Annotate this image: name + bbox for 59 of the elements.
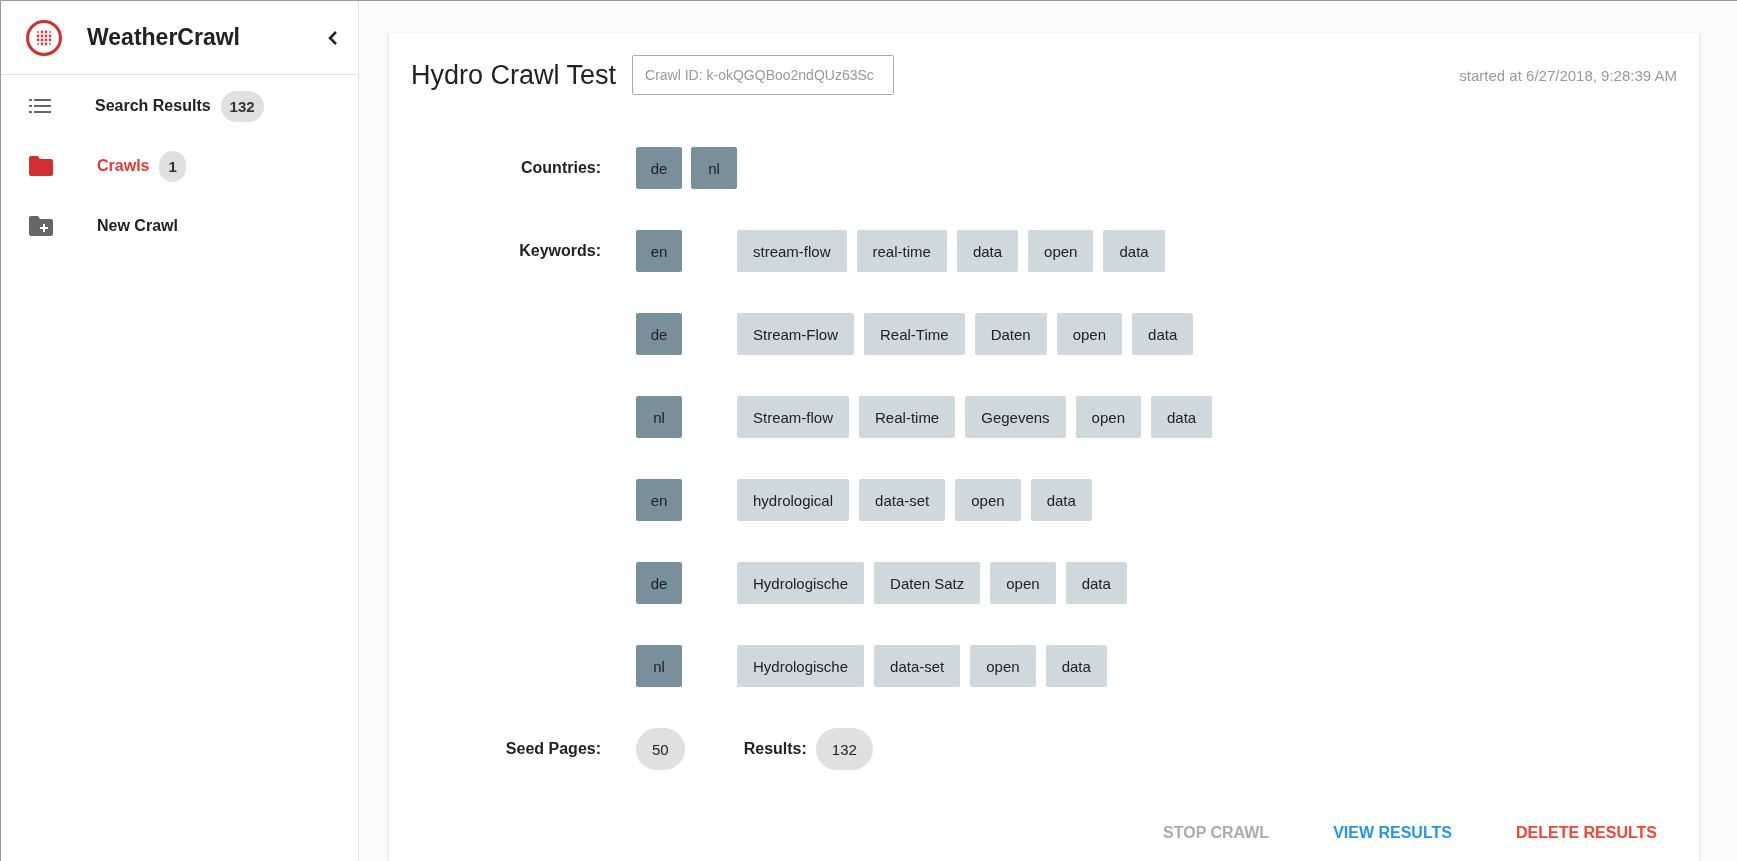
field-label: Results: <box>743 740 807 758</box>
folder-plus-icon <box>29 216 53 236</box>
keyword-chip: Daten <box>974 313 1047 355</box>
started-time: started at 6/27/2018, 9:28:39 AM <box>1459 66 1677 84</box>
keyword-chip: Real-Time <box>864 313 965 355</box>
keyword-chip: data <box>1065 562 1127 604</box>
keyword-chip: Stream-Flow <box>737 313 854 355</box>
language-chip: de <box>636 562 682 604</box>
keyword-chip: data <box>1132 313 1194 355</box>
field-label: Seed Pages: <box>505 740 601 758</box>
keyword-chip: open <box>955 479 1021 521</box>
keyword-chip: data <box>1103 230 1165 272</box>
keyword-chip: Gegevens <box>965 396 1066 438</box>
keyword-chip: open <box>990 562 1056 604</box>
keyword-chip: open <box>970 645 1036 687</box>
language-chip: nl <box>636 396 682 438</box>
keyword-chip: stream-flow <box>737 230 847 272</box>
keyword-chip: Stream-flow <box>737 396 850 438</box>
app-title: WeatherCrawl <box>87 24 241 51</box>
count-badge: 132 <box>220 90 264 122</box>
results-count: 132 <box>815 728 873 770</box>
nav-label: New Crawl <box>97 217 178 235</box>
crawl-title: Hydro Crawl Test <box>411 59 617 91</box>
language-chip: de <box>636 313 682 355</box>
keyword-chip: Hydrologische <box>737 645 865 687</box>
crawl-id-field[interactable]: Crawl ID: k-okQGQBoo2ndQUz63Sc <box>632 55 895 95</box>
language-chip: nl <box>636 645 682 687</box>
nav-item[interactable]: New Crawl <box>1 196 358 256</box>
folder-icon <box>29 156 53 176</box>
nav-item[interactable]: Crawls 1 <box>1 136 358 196</box>
keyword-chip: data-set <box>874 645 961 687</box>
keyword-chip: data-set <box>859 479 946 521</box>
keyword-chip: Real-time <box>859 396 956 438</box>
nav-label: Crawls <box>97 157 150 175</box>
keyword-chip: open <box>1028 230 1094 272</box>
language-chip: en <box>636 479 682 521</box>
nav-item[interactable]: Search Results 132 <box>1 76 358 136</box>
field-label: Countries: <box>521 159 601 177</box>
keyword-chip: Daten Satz <box>874 562 981 604</box>
count-badge: 1 <box>159 150 186 182</box>
keyword-chip: open <box>1075 396 1141 438</box>
language-chip: en <box>636 230 682 272</box>
keyword-chip: data <box>1030 479 1092 521</box>
keyword-chip: hydrological <box>737 479 850 521</box>
action-button[interactable]: DELETE RESULTS <box>1507 818 1665 848</box>
keyword-chip: real-time <box>856 230 947 272</box>
field-label: Keywords: <box>519 242 601 260</box>
nav-label: Search Results <box>95 97 211 115</box>
keyword-chip: Hydrologische <box>737 562 865 604</box>
list-icon <box>29 99 51 113</box>
keyword-chip: data <box>1151 396 1213 438</box>
logo-icon <box>25 18 63 57</box>
keyword-chip: open <box>1056 313 1123 355</box>
keyword-chip: data <box>956 230 1019 272</box>
collapse-chevron-icon[interactable] <box>328 30 338 45</box>
country-chip: de <box>636 147 682 189</box>
keyword-chip: data <box>1045 645 1107 687</box>
country-chip: nl <box>691 147 737 189</box>
seed-count: 50 <box>636 728 685 770</box>
